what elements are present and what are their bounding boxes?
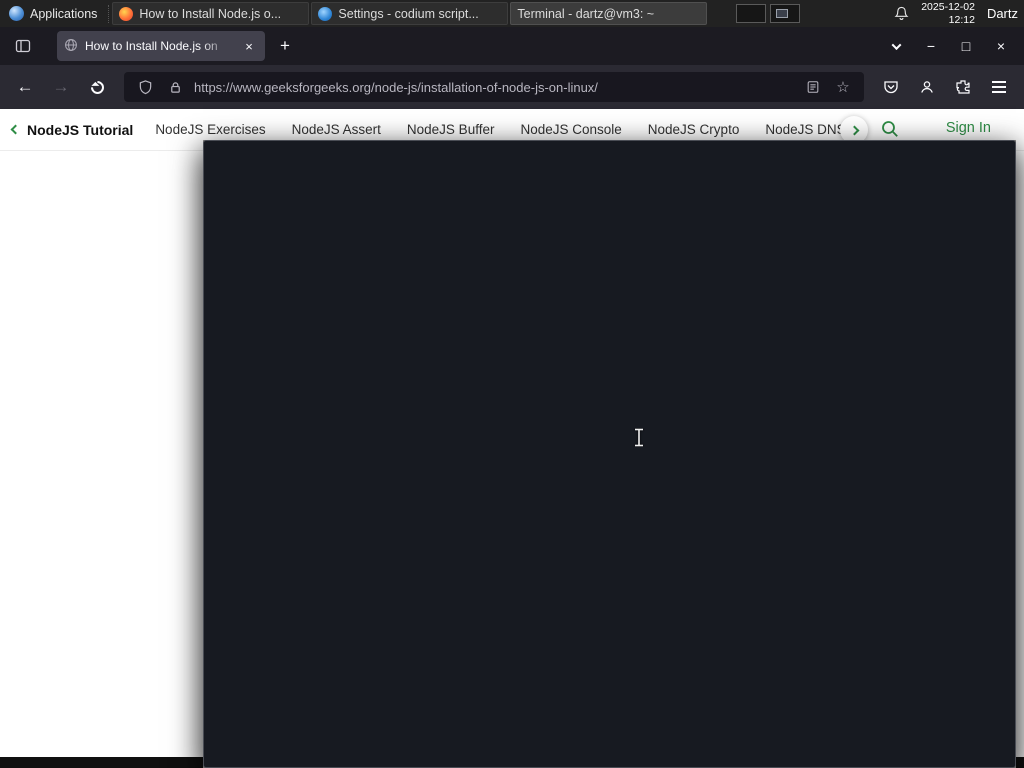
- nav-item[interactable]: NodeJS Buffer: [407, 122, 495, 137]
- panel-right-cluster: 2025-12-02 12:12 Dartz: [894, 0, 1024, 27]
- taskbar-window-title: Settings - codium script...: [338, 6, 479, 21]
- extensions-puzzle-icon[interactable]: [948, 72, 978, 102]
- applications-label: Applications: [30, 6, 98, 21]
- lock-icon[interactable]: [164, 76, 186, 98]
- tab-title: How to Install Node.js on: [85, 39, 218, 53]
- nav-item[interactable]: NodeJS Crypto: [648, 122, 740, 137]
- taskbar: How to Install Node.js o... Settings - c…: [111, 0, 1016, 768]
- taskbar-button[interactable]: Terminal - dartz@vm3: ~: [203, 2, 1016, 768]
- nav-scroll-left-icon[interactable]: [10, 124, 21, 135]
- nav-item[interactable]: NodeJS Assert: [292, 122, 381, 137]
- workspace-1[interactable]: [736, 4, 767, 23]
- url-bar[interactable]: https://www.geeksforgeeks.org/node-js/in…: [124, 72, 864, 102]
- clock-time: 12:12: [948, 13, 975, 26]
- account-icon[interactable]: [912, 72, 942, 102]
- tab-bar: How to Install Node.js on × + − □ ×: [0, 27, 1024, 65]
- bookmark-star-icon[interactable]: ☆: [832, 76, 854, 98]
- forward-button[interactable]: →: [46, 72, 76, 102]
- desktop: Applications How to Install Node.js o...…: [0, 0, 1024, 768]
- tab-favicon: [64, 38, 78, 55]
- firefox-view-icon[interactable]: [8, 31, 38, 61]
- reader-mode-icon[interactable]: [802, 76, 824, 98]
- notifications-bell-icon[interactable]: [894, 6, 909, 21]
- browser-toolbar: ← → https://www.geeksforgeeks.org/node-j…: [0, 65, 1024, 109]
- tab-close-icon[interactable]: ×: [240, 37, 258, 55]
- taskbar-window-icon: [318, 6, 333, 21]
- panel-user-label: Dartz: [986, 6, 1018, 21]
- list-all-tabs-icon[interactable]: [881, 31, 911, 61]
- workspace-window-thumbnail: [776, 9, 789, 18]
- nav-item[interactable]: NodeJS Console: [520, 122, 621, 137]
- taskbar-button[interactable]: Settings - codium script...: [311, 2, 509, 25]
- applications-menu[interactable]: Applications: [0, 0, 106, 27]
- nav-item[interactable]: NodeJS Exercises: [155, 122, 265, 137]
- menu-hamburger-icon[interactable]: [984, 72, 1014, 102]
- sign-in-button[interactable]: Sign In: [946, 120, 991, 136]
- reload-button[interactable]: [82, 72, 112, 102]
- pocket-icon[interactable]: [876, 72, 906, 102]
- applications-icon: [9, 6, 24, 21]
- panel-separator: [108, 4, 110, 23]
- browser-minimize-button[interactable]: −: [916, 31, 946, 61]
- taskbar-button[interactable]: How to Install Node.js o...: [112, 2, 310, 25]
- taskbar-window-icon: [119, 6, 134, 21]
- new-tab-button[interactable]: +: [270, 31, 300, 61]
- taskbar-window-title: Terminal - dartz@vm3: ~: [517, 6, 655, 21]
- taskbar-window-title: How to Install Node.js o...: [139, 6, 282, 21]
- workspace-switcher: [736, 4, 801, 23]
- clock-date: 2025-12-02: [921, 0, 975, 13]
- browser-close-button[interactable]: ×: [986, 31, 1016, 61]
- clock[interactable]: 2025-12-02 12:12: [921, 1, 975, 26]
- nav-item[interactable]: NodeJS DNS: [765, 122, 843, 137]
- nav-item-tutorial[interactable]: NodeJS Tutorial: [27, 122, 133, 138]
- url-text[interactable]: https://www.geeksforgeeks.org/node-js/in…: [194, 80, 794, 95]
- browser-maximize-button[interactable]: □: [951, 31, 981, 61]
- tracking-protection-shield-icon[interactable]: [134, 76, 156, 98]
- back-button[interactable]: ←: [10, 72, 40, 102]
- workspace-2[interactable]: [770, 4, 801, 23]
- mouse-text-cursor: [633, 428, 645, 452]
- nav-menu: NodeJS Exercises NodeJS Assert NodeJS Buff…: [155, 122, 843, 137]
- browser-tab[interactable]: How to Install Node.js on ×: [57, 31, 265, 61]
- top-panel: Applications How to Install Node.js o...…: [0, 0, 1024, 768]
